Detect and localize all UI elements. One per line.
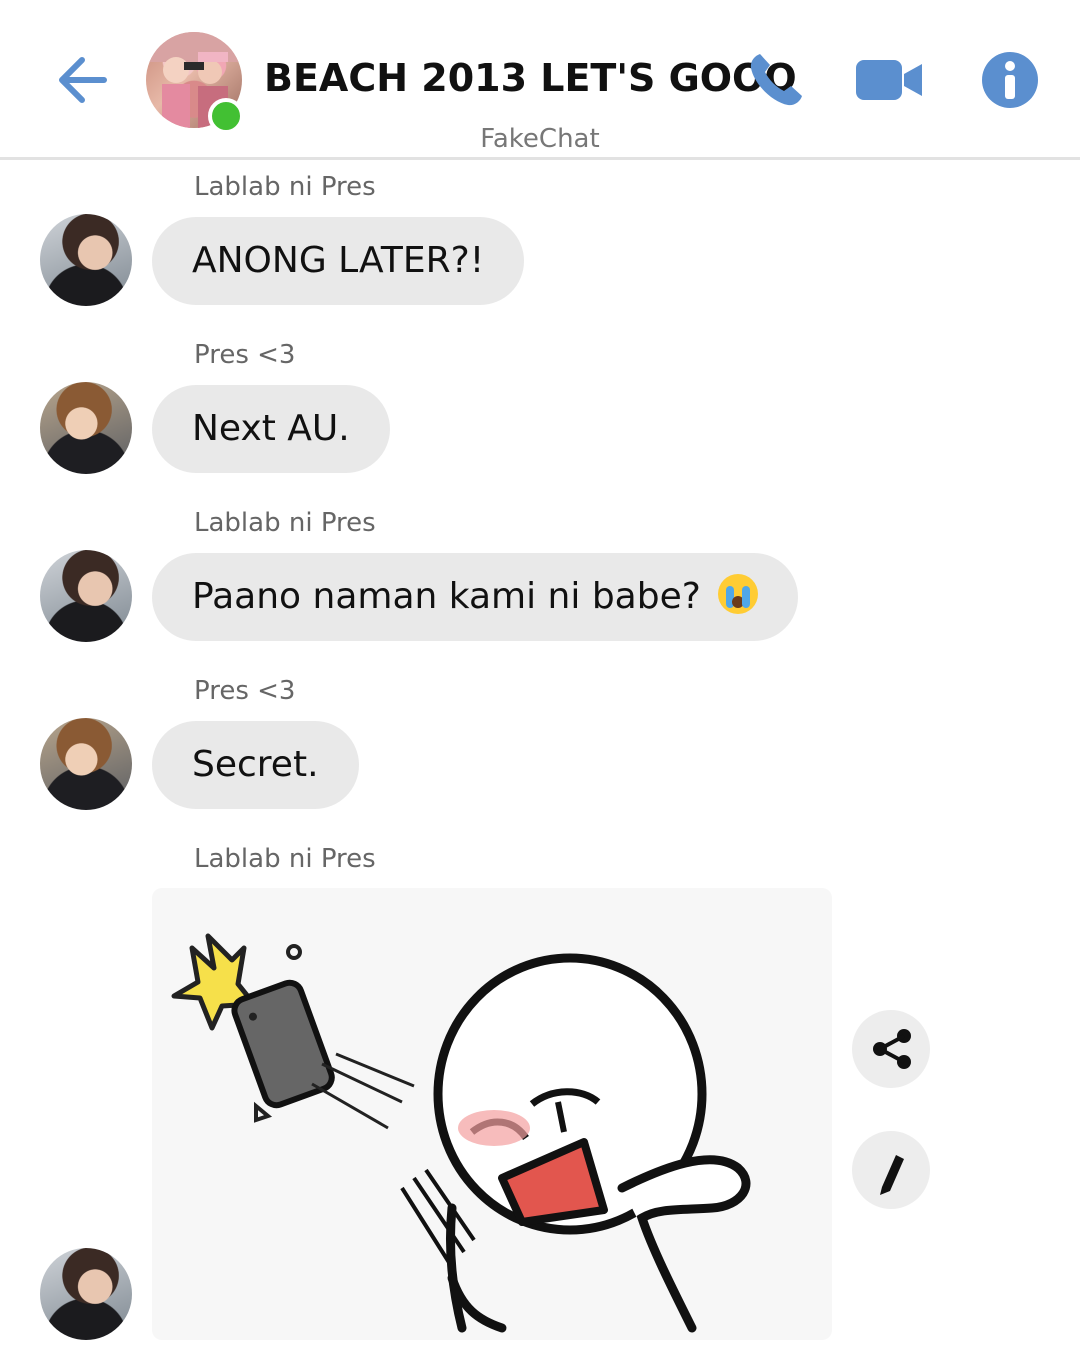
share-button[interactable]: [852, 1010, 930, 1088]
sender-name: Lablab ni Pres: [194, 508, 376, 538]
sticker-image[interactable]: [152, 888, 832, 1340]
video-call-button[interactable]: [852, 48, 926, 112]
sender-name: Lablab ni Pres: [194, 172, 376, 202]
message-bubble[interactable]: ANONG LATER?!: [152, 217, 525, 305]
back-button[interactable]: [52, 50, 112, 110]
sender-avatar[interactable]: [40, 718, 132, 810]
sender-avatar[interactable]: [40, 382, 132, 474]
sender-avatar[interactable]: [40, 1248, 132, 1340]
share-icon: [873, 1029, 911, 1069]
chat-header: BEACH 2013 LET'S GOOO FakeChat: [0, 0, 1080, 158]
phone-icon: [750, 54, 802, 106]
edit-pencil-icon: [880, 1155, 904, 1195]
voice-call-button[interactable]: [744, 48, 808, 112]
message-text: Paano naman kami ni babe?: [192, 576, 701, 617]
chat-title[interactable]: BEACH 2013 LET'S GOOO: [264, 56, 797, 100]
message-bubble[interactable]: Next AU.: [152, 385, 390, 473]
message-bubble[interactable]: Secret.: [152, 721, 359, 809]
sender-avatar[interactable]: [40, 214, 132, 306]
video-camera-icon: [856, 60, 922, 100]
sender-avatar[interactable]: [40, 550, 132, 642]
info-button[interactable]: [980, 48, 1044, 112]
message-bubble[interactable]: Paano naman kami ni babe?: [152, 553, 799, 641]
sender-name: Pres <3: [194, 676, 296, 706]
crying-face-emoji: [718, 574, 759, 614]
sender-name: Lablab ni Pres: [194, 844, 376, 874]
back-arrow-icon: [59, 57, 107, 103]
header-divider: [0, 157, 1080, 160]
throwing-phone-sticker: [171, 933, 751, 1333]
edit-button[interactable]: [852, 1131, 930, 1209]
info-icon: [982, 52, 1038, 108]
app-name: FakeChat: [480, 124, 600, 154]
sender-name: Pres <3: [194, 340, 296, 370]
